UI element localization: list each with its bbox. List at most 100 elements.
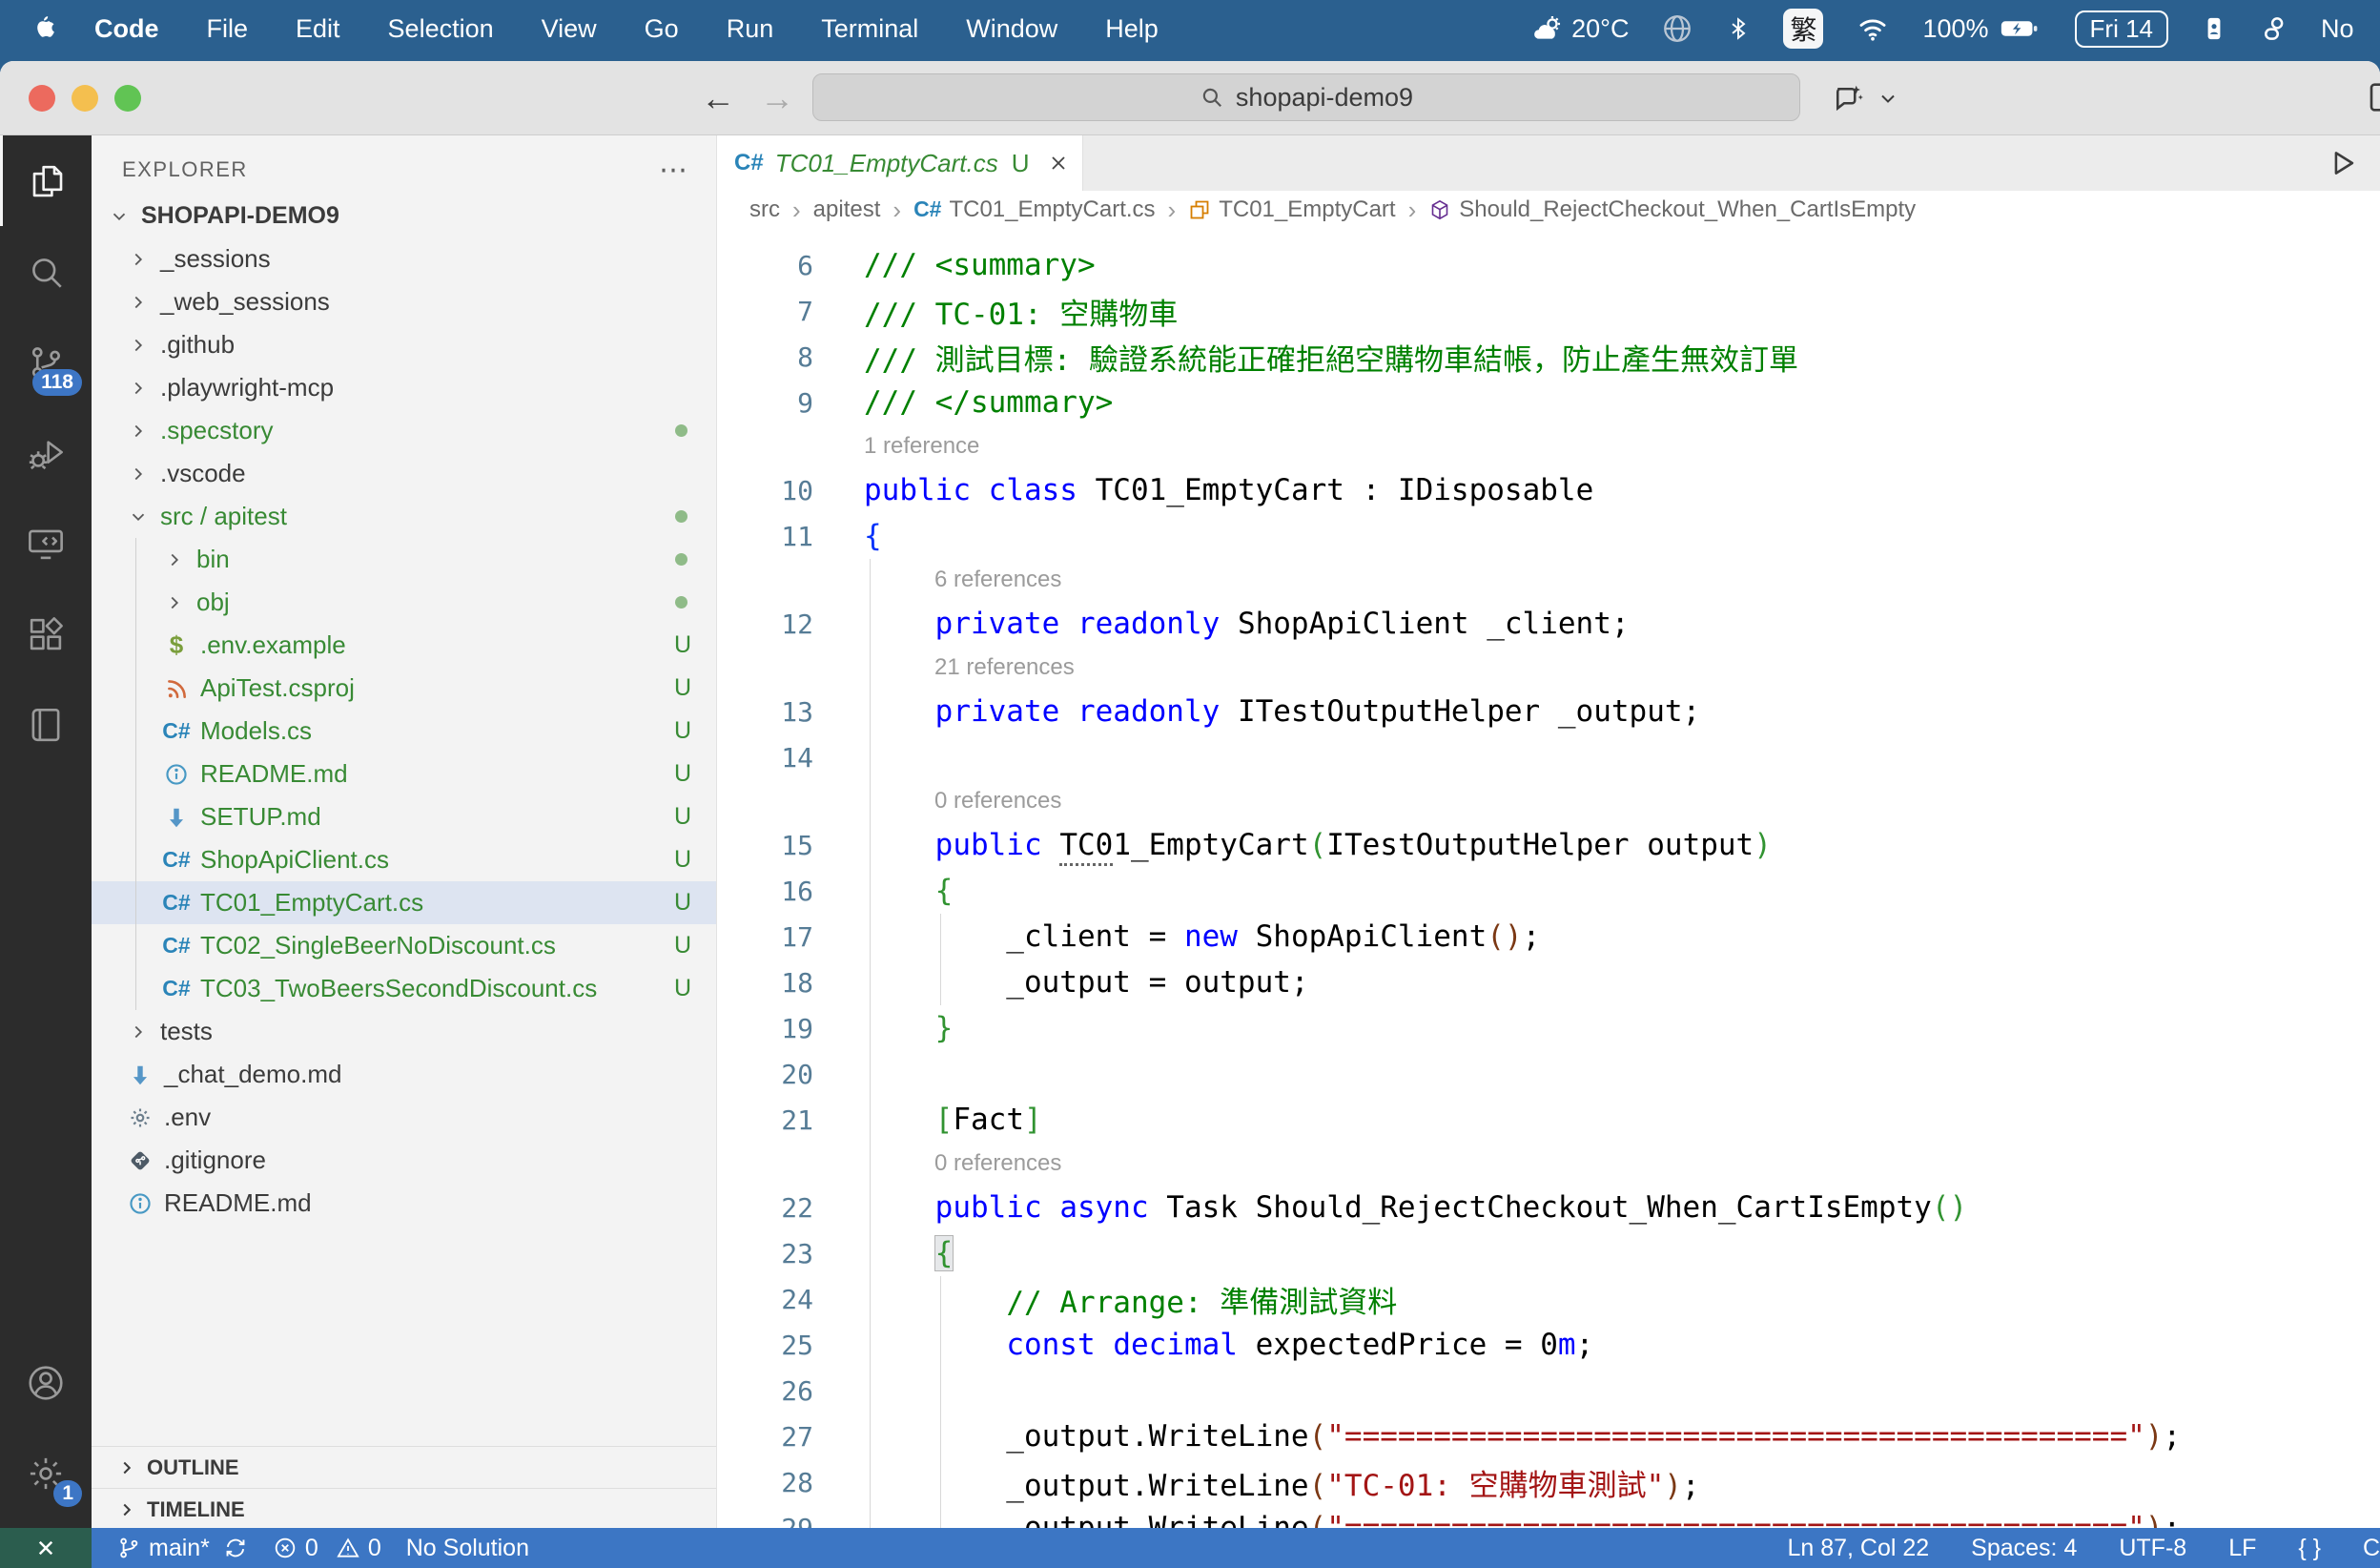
breadcrumb-item[interactable]: C#TC01_EmptyCart.cs xyxy=(913,196,1155,223)
activity-docs-icon[interactable] xyxy=(0,679,92,770)
git-branch-status[interactable]: main* xyxy=(116,1535,248,1562)
menu-item-view[interactable]: View xyxy=(518,14,621,43)
tree-item[interactable]: .gitignore xyxy=(92,1139,716,1182)
menu-item-terminal[interactable]: Terminal xyxy=(797,14,942,43)
codelens-references[interactable]: 21 references xyxy=(813,654,1075,681)
code-line[interactable]: 24 // Arrange: 準備測試資料 xyxy=(717,1276,2380,1322)
tree-item[interactable]: _chat_demo.md xyxy=(92,1053,716,1096)
tree-item[interactable]: $.env.exampleU xyxy=(92,624,716,667)
status-right-item[interactable]: { } xyxy=(2298,1535,2321,1562)
remote-indicator[interactable] xyxy=(0,1528,92,1568)
problems-status[interactable]: 00 xyxy=(273,1535,381,1562)
code-line[interactable]: 19 } xyxy=(717,1005,2380,1051)
breadcrumb-item[interactable]: src xyxy=(749,196,780,223)
tree-item[interactable]: .playwright-mcp xyxy=(92,366,716,409)
code-line[interactable]: 23 { xyxy=(717,1230,2380,1276)
code-line[interactable]: 9/// </summary> xyxy=(717,380,2380,425)
menu-item-go[interactable]: Go xyxy=(621,14,703,43)
codelens-references[interactable]: 0 references xyxy=(813,1150,1061,1177)
activity-run-debug-icon[interactable] xyxy=(0,407,92,498)
code-line[interactable]: 7/// TC-01: 空購物車 xyxy=(717,288,2380,334)
layout-icon-clipped[interactable] xyxy=(2367,78,2380,116)
tree-item[interactable]: C#ShopApiClient.csU xyxy=(92,838,716,881)
tree-item[interactable]: ApiTest.csprojU xyxy=(92,667,716,710)
tree-item[interactable]: C#Models.csU xyxy=(92,710,716,753)
tree-item[interactable]: C#TC01_EmptyCart.csU xyxy=(92,881,716,924)
globe-icon[interactable] xyxy=(1661,12,1693,45)
outline-section-header[interactable]: OUTLINE xyxy=(92,1446,716,1488)
code-line[interactable]: 10public class TC01_EmptyCart : IDisposa… xyxy=(717,467,2380,513)
breadcrumb-item[interactable]: TC01_EmptyCart xyxy=(1188,196,1395,223)
tree-item[interactable]: .specstory xyxy=(92,409,716,452)
activity-remote-explorer-icon[interactable] xyxy=(0,498,92,588)
menu-item-run[interactable]: Run xyxy=(703,14,798,43)
activity-extensions-icon[interactable] xyxy=(0,588,92,679)
navigate-back-button[interactable]: ← xyxy=(701,81,735,115)
breadcrumb-item[interactable]: Should_RejectCheckout_When_CartIsEmpty xyxy=(1428,196,1916,223)
code-line[interactable]: 22 public async Task Should_RejectChecko… xyxy=(717,1185,2380,1230)
tree-item[interactable]: .env xyxy=(92,1096,716,1139)
explorer-more-actions[interactable]: ⋯ xyxy=(659,154,689,187)
menu-item-edit[interactable]: Edit xyxy=(272,14,364,43)
tab-tc01-emptycart[interactable]: C# TC01_EmptyCart.cs U xyxy=(717,135,1083,191)
tree-item[interactable]: .github xyxy=(92,323,716,366)
weather-item[interactable]: 20°C xyxy=(1531,12,1629,45)
tree-item[interactable]: C#TC03_TwoBeersSecondDiscount.csU xyxy=(92,967,716,1010)
code-line[interactable]: 6/// <summary> xyxy=(717,242,2380,288)
code-line[interactable]: 15 public TC01_EmptyCart(ITestOutputHelp… xyxy=(717,822,2380,868)
code-line[interactable]: 26 xyxy=(717,1368,2380,1413)
tree-item[interactable]: bin xyxy=(92,538,716,581)
timeline-section-header[interactable]: TIMELINE xyxy=(92,1488,716,1528)
zoom-window-button[interactable] xyxy=(114,85,141,112)
code-line[interactable]: 16 { xyxy=(717,868,2380,914)
status-right-item[interactable]: C# xyxy=(2363,1535,2380,1562)
close-window-button[interactable] xyxy=(29,85,55,112)
tree-item[interactable]: _sessions xyxy=(92,237,716,280)
codelens-references[interactable]: 1 reference xyxy=(813,433,979,460)
code-line[interactable]: 27 _output.WriteLine("==================… xyxy=(717,1413,2380,1459)
tree-item[interactable]: C#TC02_SingleBeerNoDiscount.csU xyxy=(92,924,716,967)
menu-item-file[interactable]: File xyxy=(183,14,273,43)
activity-explorer-icon[interactable] xyxy=(0,135,92,226)
bluetooth-icon[interactable] xyxy=(1726,12,1751,45)
tree-item[interactable]: README.mdU xyxy=(92,753,716,795)
tree-root-shopapi-demo9[interactable]: SHOPAPI-DEMO9 xyxy=(92,195,716,237)
close-tab-icon[interactable] xyxy=(1047,152,1070,175)
apple-menu-icon[interactable] xyxy=(32,14,57,43)
activity-source-control-icon[interactable]: 118 xyxy=(0,317,92,407)
codelens-references[interactable]: 0 references xyxy=(813,788,1061,815)
code-line[interactable]: 28 _output.WriteLine("TC-01: 空購物車測試"); xyxy=(717,1459,2380,1505)
chevron-down-icon[interactable] xyxy=(1877,87,1899,110)
wifi-icon[interactable] xyxy=(1856,12,1890,45)
tree-item[interactable]: SETUP.mdU xyxy=(92,795,716,838)
activity-search-icon[interactable] xyxy=(0,226,92,317)
contact-icon[interactable] xyxy=(2201,12,2227,45)
code-line[interactable]: 25 const decimal expectedPrice = 0m; xyxy=(717,1322,2380,1368)
code-line[interactable]: 11{ xyxy=(717,513,2380,559)
status-right-item[interactable]: UTF-8 xyxy=(2119,1535,2186,1562)
status-right-item[interactable]: Ln 87, Col 22 xyxy=(1787,1535,1929,1562)
input-method-badge[interactable]: 繁 xyxy=(1783,9,1823,49)
menu-item-code[interactable]: Code xyxy=(71,14,183,43)
date-badge[interactable]: Fri 14 xyxy=(2075,10,2168,48)
code-line[interactable]: 21 [Fact] xyxy=(717,1097,2380,1143)
menu-item-help[interactable]: Help xyxy=(1081,14,1182,43)
code-line[interactable]: 20 xyxy=(717,1051,2380,1097)
code-line[interactable]: 29 _output.WriteLine("==================… xyxy=(717,1505,2380,1528)
tree-item[interactable]: README.md xyxy=(92,1182,716,1225)
status-right-item[interactable]: LF xyxy=(2228,1535,2256,1562)
run-tests-icon[interactable] xyxy=(2327,135,2380,191)
code-line[interactable]: 13 private readonly ITestOutputHelper _o… xyxy=(717,689,2380,734)
code-editor[interactable]: 6/// <summary>7/// TC-01: 空購物車8/// 測試目標:… xyxy=(717,229,2380,1528)
code-line[interactable]: 14 xyxy=(717,734,2380,780)
codelens-references[interactable]: 6 references xyxy=(813,567,1061,593)
user-switch-icon[interactable] xyxy=(2260,12,2288,45)
code-line[interactable]: 12 private readonly ShopApiClient _clien… xyxy=(717,601,2380,647)
battery-item[interactable]: 100% xyxy=(1922,12,2041,45)
tree-item[interactable]: src / apitest xyxy=(92,495,716,538)
status-text[interactable]: No Solution xyxy=(406,1535,529,1562)
code-line[interactable]: 18 _output = output; xyxy=(717,959,2380,1005)
code-line[interactable]: 17 _client = new ShopApiClient(); xyxy=(717,914,2380,959)
activity-account-icon[interactable] xyxy=(0,1337,92,1428)
menu-item-selection[interactable]: Selection xyxy=(364,14,518,43)
